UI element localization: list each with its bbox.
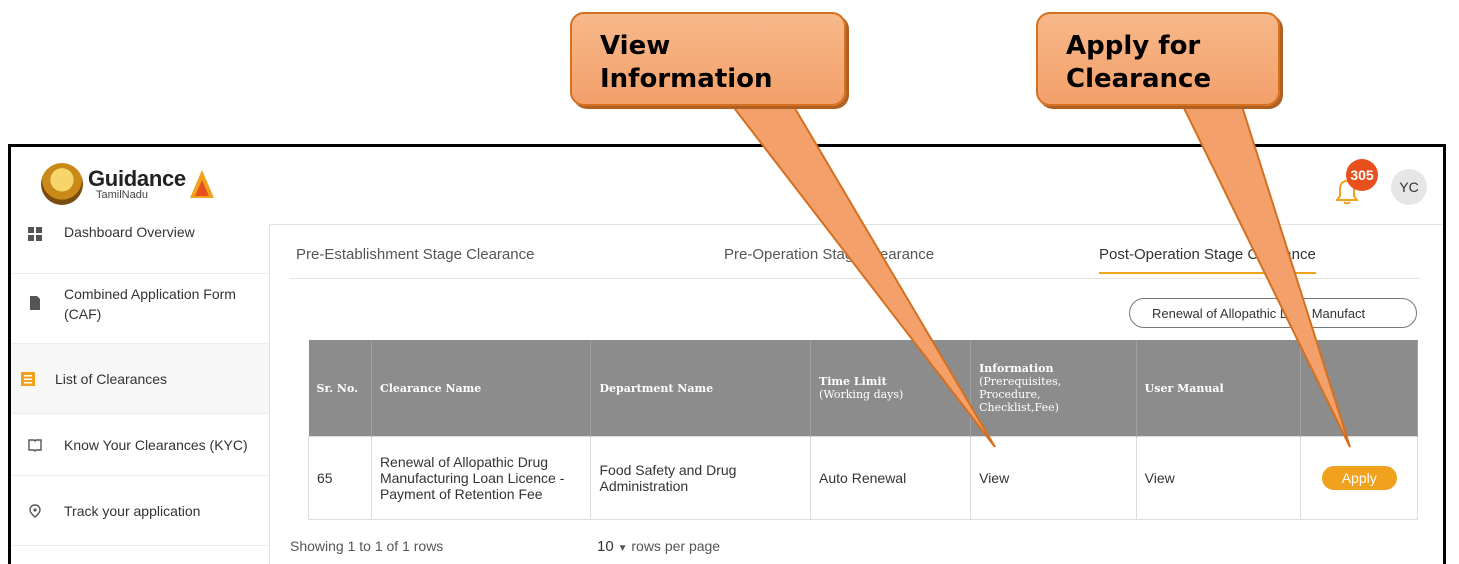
cell-sr-no: 65 <box>308 436 372 520</box>
rows-per-page-value: 10 <box>597 538 614 555</box>
clearance-search-filter[interactable]: Renewal of Allopathic Drug Manufact <box>1129 298 1417 328</box>
col-time-limit-label: Time Limit <box>819 375 887 388</box>
col-time-limit: Time Limit (Working days) <box>810 340 972 437</box>
apply-button[interactable]: Apply <box>1321 466 1397 490</box>
sidebar-item-label: Combined Application Form (CAF) <box>64 286 236 322</box>
col-department-name-label: Department Name <box>599 381 714 395</box>
col-information: Information (Prerequisites, Procedure, Ch… <box>970 340 1137 437</box>
col-clearance-name: Clearance Name <box>371 340 592 437</box>
rows-per-page[interactable]: 10 ▼ rows per page <box>597 538 720 555</box>
logo-subtitle: TamilNadu <box>96 188 148 201</box>
tamilnadu-emblem-icon <box>41 163 83 205</box>
col-action <box>1300 340 1418 437</box>
sidebar-item-list-of-clearances[interactable]: List of Clearances <box>11 344 269 414</box>
app-window: Guidance TamilNadu 305 YC Dashboard Over… <box>8 144 1446 564</box>
sidebar-item-dashboard[interactable]: Dashboard Overview <box>11 224 269 274</box>
sidebar-item-label: Dashboard Overview <box>64 224 195 240</box>
location-icon <box>29 503 41 518</box>
col-information-label: Information <box>979 362 1054 375</box>
table-row: 65 Renewal of Allopathic Drug Manufactur… <box>308 436 1418 520</box>
cell-user-manual-view-link[interactable]: View <box>1135 436 1302 520</box>
tab-pre-operation[interactable]: Pre-Operation Stage Clearance <box>724 246 934 263</box>
logo-title: Guidance <box>88 165 186 191</box>
col-department-name: Department Name <box>590 340 812 437</box>
sidebar-item-label: Track your application <box>64 502 201 519</box>
col-user-manual: User Manual <box>1136 340 1302 437</box>
cell-clearance-name: Renewal of Allopathic Drug Manufacturing… <box>370 436 592 520</box>
sidebar-item-track[interactable]: Track your application <box>11 476 269 546</box>
logo-flame-icon <box>189 170 214 198</box>
sidebar: Dashboard Overview Combined Application … <box>11 224 270 564</box>
file-icon <box>30 296 40 310</box>
apply-clearance-callout-line2: Clearance <box>1066 64 1212 94</box>
notification-badge: 305 <box>1346 159 1378 191</box>
sidebar-item-caf[interactable]: Combined Application Form (CAF) <box>11 274 269 344</box>
sidebar-item-label: List of Clearances <box>55 370 168 387</box>
sidebar-item-label: Know Your Clearances (KYC) <box>64 436 248 453</box>
col-information-sub: (Prerequisites, Procedure, Checklist,Fee… <box>979 375 1062 414</box>
guidance-logo[interactable]: Guidance TamilNadu <box>41 163 214 205</box>
cell-information-view-link[interactable]: View <box>970 436 1137 520</box>
col-sr-no: Sr. No. <box>308 340 372 437</box>
pagination-summary: Showing 1 to 1 of 1 rows <box>290 538 444 554</box>
view-information-callout: View Information <box>570 12 846 106</box>
rows-per-page-label: rows per page <box>631 538 721 554</box>
notification-bell[interactable]: 305 <box>1334 159 1378 209</box>
sidebar-item-kyc[interactable]: Know Your Clearances (KYC) <box>11 414 269 476</box>
apply-clearance-callout-line1: Apply for <box>1066 31 1201 61</box>
list-icon <box>21 371 35 386</box>
cell-time-limit: Auto Renewal <box>810 436 972 520</box>
stage-tabs: Pre-Establishment Stage Clearance Pre-Op… <box>290 238 1420 279</box>
chevron-down-icon: ▼ <box>617 543 628 554</box>
cell-department-name: Food Safety and Drug Administration <box>590 436 812 520</box>
app-header: Guidance TamilNadu 305 YC <box>11 147 1443 225</box>
tab-pre-establishment[interactable]: Pre-Establishment Stage Clearance <box>296 246 534 263</box>
clearance-table: Sr. No. Clearance Name Department Name T… <box>308 340 1418 520</box>
view-information-callout-line2: Information <box>600 64 773 94</box>
user-avatar[interactable]: YC <box>1391 169 1427 205</box>
grid-icon <box>28 227 42 241</box>
tab-post-operation[interactable]: Post-Operation Stage Clearance <box>1099 246 1316 274</box>
book-icon <box>28 438 42 452</box>
apply-clearance-callout: Apply for Clearance <box>1036 12 1280 106</box>
col-time-limit-sub: (Working days) <box>819 388 904 401</box>
cell-action: Apply <box>1300 436 1418 520</box>
table-header-row: Sr. No. Clearance Name Department Name T… <box>308 340 1418 437</box>
view-information-callout-line1: View <box>600 31 671 61</box>
